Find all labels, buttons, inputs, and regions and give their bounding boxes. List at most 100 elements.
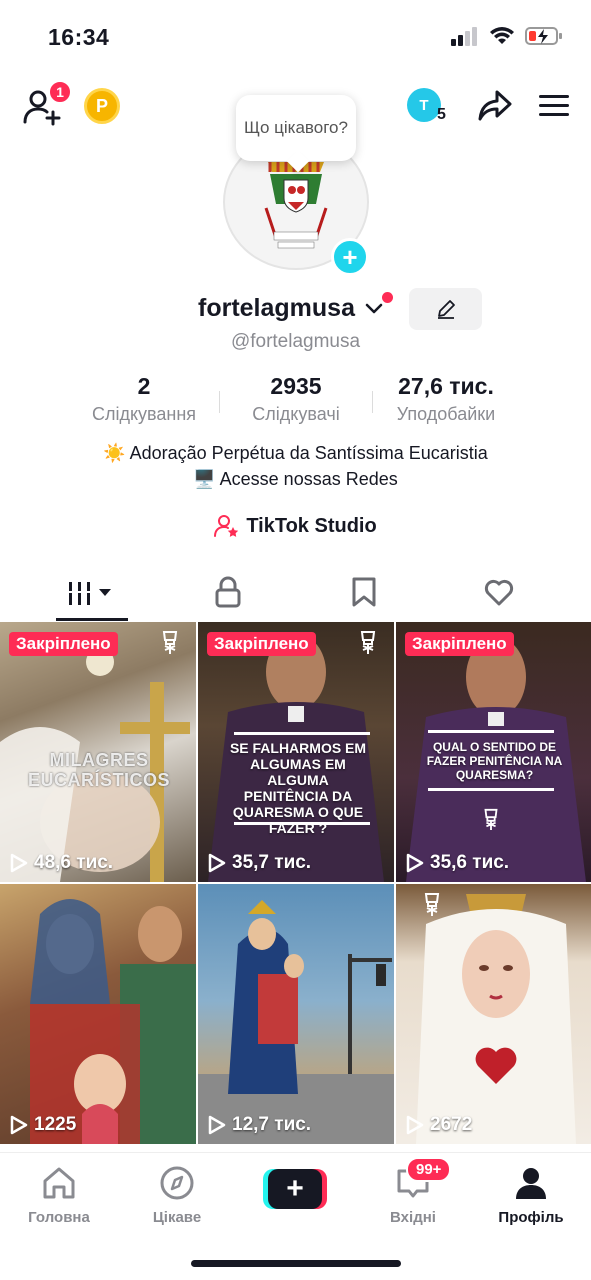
nav-label: Цікаве [152, 1209, 202, 1226]
thumbnail-image [416, 894, 576, 1144]
video-tile[interactable]: 2672 [396, 884, 591, 1144]
video-tile[interactable]: QUAL O SENTIDO DE FAZER PENITÊNCIA NA QU… [396, 622, 591, 882]
profile-icon [516, 1168, 546, 1199]
play-icon [10, 853, 28, 873]
stat-followers[interactable]: 2935 Слідкувачі [236, 373, 356, 425]
view-count-text: 48,6 тис. [34, 852, 114, 873]
view-count-text: 35,6 тис. [430, 852, 510, 873]
status-icons [451, 26, 563, 46]
home-indicator [191, 1260, 401, 1267]
whats-new-bubble[interactable]: Що цікавого? [236, 95, 356, 161]
add-story-button[interactable]: + [331, 238, 369, 276]
nav-label: Вхідні [390, 1209, 436, 1226]
battery-icon [525, 27, 562, 45]
pinned-badge: Закріплено [9, 632, 118, 656]
overlay-divider [234, 732, 370, 735]
studio-user-icon [214, 515, 239, 537]
bookmark-icon [352, 577, 375, 607]
tab-saved[interactable] [290, 566, 437, 618]
create-button[interactable]: + [263, 1169, 327, 1209]
view-count: 2672 [406, 1114, 472, 1136]
profile-bio: ☀️ Adoração Perpétua da Santíssima Eucar… [0, 440, 591, 492]
videos-grid-icon [66, 579, 111, 605]
name-row: fortelagmusa [0, 288, 591, 332]
signal-icon [451, 27, 477, 46]
chevron-down-icon[interactable] [364, 298, 384, 318]
status-time: 16:34 [48, 24, 110, 50]
thumbnail-image [198, 900, 394, 1144]
papal-crest-icon [484, 808, 498, 830]
stat-value: 2935 [270, 373, 322, 399]
papal-crest-icon [162, 631, 178, 654]
bio-line: 🖥️ Acesse nossas Redes [193, 469, 398, 489]
tcoin-icon: T [407, 88, 441, 122]
inbox-badge: 99+ [406, 1157, 452, 1182]
view-count-text: 1225 [34, 1114, 77, 1135]
tab-private[interactable] [154, 566, 301, 618]
thumbnail-image [30, 899, 196, 1144]
add-friend-button[interactable]: 1 [22, 80, 72, 126]
nav-home[interactable]: Головна [0, 1163, 118, 1226]
play-icon [406, 853, 424, 873]
active-tab-indicator [56, 618, 128, 621]
tcoin-count: 5 [437, 106, 446, 123]
tab-liked[interactable] [425, 566, 572, 618]
stat-divider [372, 391, 373, 413]
nav-discover[interactable]: Цікаве [118, 1163, 236, 1226]
play-icon [10, 1115, 28, 1135]
compass-icon [160, 1166, 194, 1200]
play-icon [208, 853, 226, 873]
nav-label: Профіль [498, 1209, 564, 1226]
profile-stats: 2 Слідкування 2935 Слідкувачі 27,6 тис. … [0, 373, 591, 429]
video-tile[interactable]: 1225 [0, 884, 196, 1144]
play-icon [208, 1115, 226, 1135]
overlay-divider [428, 788, 554, 791]
view-count-text: 12,7 тис. [232, 1114, 312, 1135]
video-tile[interactable]: MILAGRES EUCARÍSTICOS Закріплено 48,6 ти… [0, 622, 196, 882]
video-tile[interactable]: 12,7 тис. [198, 884, 394, 1144]
nav-label: Головна [28, 1209, 90, 1226]
coin-icon[interactable]: P [84, 88, 120, 124]
edit-profile-button[interactable] [409, 288, 482, 330]
tab-videos[interactable] [18, 566, 165, 618]
plus-icon: + [268, 1169, 322, 1209]
papal-crest-icon [424, 893, 440, 916]
stat-following[interactable]: 2 Слідкування [84, 373, 204, 425]
stat-label: Уподобайки [396, 404, 496, 424]
view-count-text: 35,7 тис. [232, 852, 312, 873]
tiktok-studio-link[interactable]: TikTok Studio [0, 514, 591, 538]
pinned-badge: Закріплено [207, 632, 316, 656]
display-name[interactable]: fortelagmusa [198, 294, 355, 323]
studio-label: TikTok Studio [246, 514, 377, 537]
video-overlay-text: QUAL O SENTIDO DE FAZER PENITÊNCIA NA QU… [426, 740, 563, 782]
nav-profile[interactable]: Профіль [472, 1163, 590, 1226]
stat-likes[interactable]: 27,6 тис. Уподобайки [386, 373, 506, 425]
tiktok-coins-button[interactable]: T 5 [407, 86, 451, 126]
stat-value: 2 [137, 373, 151, 399]
view-count: 35,7 тис. [208, 852, 311, 874]
wifi-icon [490, 27, 514, 44]
lock-icon [215, 576, 240, 608]
home-icon [43, 1167, 75, 1199]
menu-icon[interactable] [539, 93, 569, 119]
account-notification-dot [382, 292, 393, 303]
pinned-badge: Закріплено [405, 632, 514, 656]
video-overlay-text: MILAGRES EUCARÍSTICOS [27, 750, 170, 790]
view-count: 48,6 тис. [10, 852, 113, 874]
bio-line: ☀️ Adoração Perpétua da Santíssima Eucar… [103, 443, 488, 463]
status-bar: 16:34 [0, 0, 591, 70]
play-icon [406, 1115, 424, 1135]
share-icon[interactable] [477, 89, 513, 123]
video-tile[interactable]: SE FALHARMOS EM ALGUMAS EM ALGUMA PENITÊ… [198, 622, 394, 882]
stat-label: Слідкувачі [252, 404, 340, 424]
view-count: 12,7 тис. [208, 1114, 311, 1136]
papal-crest-icon [360, 631, 376, 654]
username-handle: @fortelagmusa [230, 331, 361, 352]
video-grid: MILAGRES EUCARÍSTICOS Закріплено 48,6 ти… [0, 622, 591, 1152]
overlay-divider [234, 822, 370, 825]
view-count: 1225 [10, 1114, 76, 1136]
view-count-text: 2672 [430, 1114, 473, 1135]
stat-label: Слідкування [91, 404, 197, 424]
view-count: 35,6 тис. [406, 852, 509, 874]
content-tabs [0, 566, 591, 622]
